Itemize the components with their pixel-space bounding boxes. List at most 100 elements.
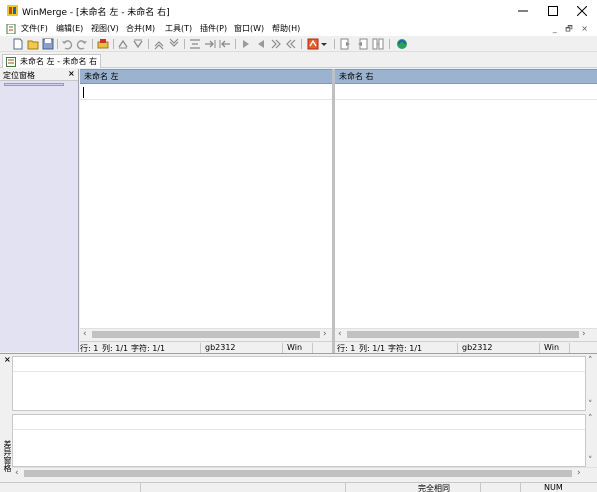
status-separator (457, 343, 458, 353)
document-tab[interactable]: 未命名 左 - 未命名 右 (2, 54, 102, 68)
menu-tools[interactable]: 工具(T) (165, 23, 192, 34)
toolbar-separator (113, 39, 114, 49)
open-icon[interactable] (27, 38, 39, 50)
menu-edit[interactable]: 编辑(E) (56, 23, 83, 34)
status-separator (345, 483, 346, 492)
menu-merge[interactable]: 合并(M) (126, 23, 155, 34)
left-editor[interactable] (80, 84, 332, 328)
toolbar-separator (334, 39, 335, 49)
diff-bottom-vscrollbar[interactable]: ˄ ˅ (586, 414, 597, 467)
last-diff-icon[interactable] (168, 38, 180, 50)
right-pane-status: 行: 1 列: 1/1 字符: 1/1 gb2312 Win (335, 341, 597, 353)
left-pane-title: 未命名 左 (84, 72, 119, 81)
status-separator (312, 343, 313, 353)
diff-pane-left-view[interactable] (12, 356, 586, 411)
copy-right-advance-icon[interactable] (240, 38, 252, 50)
toolbar-separator (184, 39, 185, 49)
copy-to-right-icon[interactable] (204, 38, 216, 50)
diff-document-icon (6, 57, 16, 67)
maximize-icon (548, 6, 558, 16)
scroll-right-icon[interactable]: › (577, 468, 581, 478)
window-title: WinMerge - [未命名 左 - 未命名 右] (22, 8, 170, 18)
diff-top-vscrollbar[interactable]: ˄ ˅ (586, 356, 597, 411)
all-right-icon[interactable] (270, 38, 282, 50)
minimize-button[interactable] (508, 0, 538, 22)
location-bar[interactable] (4, 83, 64, 86)
menu-file[interactable]: 文件(F) (21, 23, 48, 34)
location-pane[interactable]: 定位窗格 × (0, 69, 79, 352)
right-editor[interactable] (335, 84, 597, 328)
mdi-window-controls[interactable]: _ 🗗 × (553, 23, 591, 37)
location-pane-header: 定位窗格 × (0, 69, 78, 81)
status-separator (282, 343, 283, 353)
scroll-thumb[interactable] (24, 470, 572, 477)
winmerge-app-icon[interactable] (7, 5, 18, 16)
line-divider (335, 99, 597, 100)
compare-result: 完全相同 (418, 484, 450, 492)
scroll-down-icon[interactable]: ˅ (588, 456, 593, 466)
refresh-icon[interactable] (97, 38, 109, 50)
toolbar (0, 36, 597, 52)
next-file-icon[interactable] (340, 38, 352, 50)
status-separator (140, 483, 141, 492)
status-separator (480, 483, 481, 492)
title-bar: WinMerge - [未命名 左 - 未命名 右] (0, 0, 597, 22)
minimize-icon (518, 10, 528, 12)
close-icon[interactable]: × (68, 69, 75, 78)
scroll-up-icon[interactable]: ˄ (588, 356, 593, 366)
scroll-thumb[interactable] (347, 331, 579, 338)
status-separator (200, 343, 201, 353)
document-icon[interactable] (6, 24, 16, 34)
scroll-left-icon[interactable]: ‹ (15, 468, 19, 478)
redo-icon[interactable] (76, 38, 88, 50)
scroll-left-icon[interactable]: ‹ (83, 329, 87, 339)
menu-bar: 文件(F) 编辑(E) 视图(V) 合并(M) 工具(T) 插件(P) 窗口(W… (0, 22, 597, 36)
prev-diff-icon[interactable] (117, 38, 129, 50)
scroll-left-icon[interactable]: ‹ (338, 329, 342, 339)
toolbar-separator (235, 39, 236, 49)
close-button[interactable] (567, 0, 597, 22)
scroll-thumb[interactable] (92, 331, 320, 338)
undo-icon[interactable] (61, 38, 73, 50)
right-pane-title: 未命名 右 (339, 72, 374, 81)
save-icon[interactable] (42, 38, 54, 50)
status-bar: 完全相同 NUM (0, 482, 597, 492)
copy-to-left-icon[interactable] (219, 38, 231, 50)
prev-file-icon[interactable] (356, 38, 368, 50)
status-separator (539, 343, 540, 353)
left-hscrollbar[interactable]: ‹ › (80, 328, 332, 340)
first-diff-icon[interactable] (153, 38, 165, 50)
right-pane-header: 未命名 右 (335, 69, 597, 84)
menu-window[interactable]: 窗口(W) (234, 23, 264, 34)
compare-icon[interactable] (372, 38, 384, 50)
text-caret (83, 87, 84, 98)
scroll-up-icon[interactable]: ˄ (588, 414, 593, 424)
copy-left-advance-icon[interactable] (255, 38, 267, 50)
scroll-right-icon[interactable]: › (582, 329, 586, 339)
menu-plugins[interactable]: 插件(P) (200, 23, 227, 34)
close-icon[interactable]: × (4, 355, 11, 364)
menu-help[interactable]: 帮助(H) (272, 23, 300, 34)
maximize-button[interactable] (538, 0, 568, 22)
line-divider (13, 371, 585, 372)
diff-pane-label: 差异窗格 (3, 440, 12, 472)
scroll-down-icon[interactable]: ˅ (588, 400, 593, 410)
num-lock-indicator: NUM (544, 483, 563, 492)
toolbar-separator (148, 39, 149, 49)
chevron-down-icon[interactable] (320, 38, 328, 50)
next-diff-icon[interactable] (132, 38, 144, 50)
right-hscrollbar[interactable]: ‹ › (335, 328, 597, 340)
menu-view[interactable]: 视图(V) (91, 23, 119, 34)
new-icon[interactable] (12, 38, 24, 50)
toolbar-separator (301, 39, 302, 49)
toolbar-separator (92, 39, 93, 49)
left-pane-status: 行: 1 列: 1/1 字符: 1/1 gb2312 Win (80, 341, 332, 353)
all-left-icon[interactable] (285, 38, 297, 50)
document-tab-label: 未命名 左 - 未命名 右 (20, 57, 98, 66)
options-icon[interactable] (307, 38, 319, 50)
help-icon[interactable] (396, 38, 408, 50)
current-diff-icon[interactable] (189, 38, 201, 50)
diff-pane-right-view[interactable] (12, 414, 586, 467)
scroll-right-icon[interactable]: › (323, 329, 327, 339)
diff-hscrollbar[interactable]: ‹ › (12, 467, 597, 479)
